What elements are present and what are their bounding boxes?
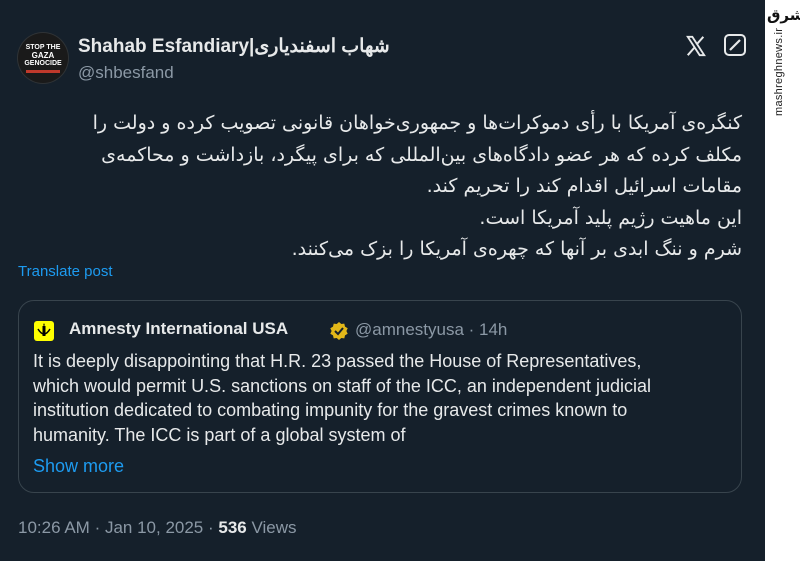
quoted-handle-time: @amnestyusa · 14h bbox=[355, 320, 508, 339]
post-date[interactable]: Jan 10, 2025 bbox=[105, 518, 203, 537]
show-more-link[interactable]: Show more bbox=[33, 456, 124, 477]
watermark-url: mashreghnews.ir bbox=[773, 27, 785, 116]
quoted-text-line: It is deeply disappointing that H.R. 23 … bbox=[33, 351, 642, 371]
x-logo-icon bbox=[686, 35, 706, 57]
watermark-logo: مشرق bbox=[767, 6, 800, 24]
views-label: Views bbox=[251, 518, 297, 537]
quoted-text-line: humanity. The ICC is part of a global sy… bbox=[33, 424, 406, 445]
tweet: STOP THE GAZA GENOCIDE Shahab Esfandiary… bbox=[0, 0, 765, 561]
verified-badge-icon bbox=[330, 322, 348, 340]
separator-dot: · bbox=[94, 518, 105, 537]
translate-post-link[interactable]: Translate post bbox=[18, 263, 113, 280]
separator-dot: · bbox=[208, 518, 219, 537]
quoted-text-line: institution dedicated to combating impun… bbox=[33, 400, 628, 420]
quoted-post[interactable]: Amnesty International USA @amnestyusa · … bbox=[18, 300, 742, 493]
avatar-text-line-2: GAZA bbox=[31, 50, 55, 60]
grok-icon[interactable] bbox=[722, 32, 748, 58]
post-text-line: شرم و ننگ ابدی بر آنها که چهره‌ی آمریکا … bbox=[291, 238, 742, 260]
views-count: 536 bbox=[218, 518, 247, 537]
author-display-name[interactable]: Shahab Esfandiary|شهاب اسفندیاری bbox=[78, 35, 390, 58]
post-text-line: مقامات اسرائیل اقدام کند را تحریم کند. bbox=[426, 175, 742, 197]
amnesty-candle-icon bbox=[34, 321, 54, 341]
author-handle[interactable]: @shbesfand bbox=[78, 63, 174, 83]
watermark-strip: مشرق mashreghnews.ir bbox=[765, 0, 800, 561]
post-text-line: مکلف کرده که هر عضو دادگاه‌های بین‌الملل… bbox=[101, 143, 742, 166]
quoted-text: It is deeply disappointing that H.R. 23 … bbox=[33, 349, 733, 447]
post-meta: 10:26 AM · Jan 10, 2025 · 536 Views bbox=[18, 518, 297, 538]
avatar-text-line-3: GENOCIDE bbox=[24, 59, 62, 67]
post-text: کنگره‌ی آمریکا با رأی دموکرات‌ها و جمهور… bbox=[20, 108, 742, 266]
avatar-red-bar bbox=[26, 69, 60, 73]
avatar[interactable]: STOP THE GAZA GENOCIDE bbox=[18, 33, 68, 83]
quoted-text-line: which would permit U.S. sanctions on sta… bbox=[33, 375, 652, 396]
post-text-line: کنگره‌ی آمریکا با رأی دموکرات‌ها و جمهور… bbox=[92, 112, 742, 134]
quoted-author-name[interactable]: Amnesty International USA bbox=[69, 319, 288, 339]
post-time[interactable]: 10:26 AM bbox=[18, 518, 90, 537]
post-text-line: این ماهیت رژیم پلید آمریکا است. bbox=[479, 206, 742, 229]
